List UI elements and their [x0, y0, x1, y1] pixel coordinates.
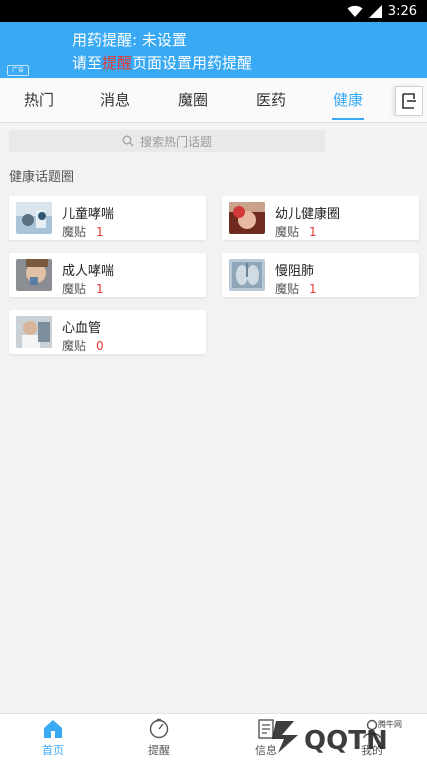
watermark-sub: 腾牛网: [378, 719, 402, 729]
topic-post-count: 魔贴 1: [62, 282, 104, 296]
topic-post-count: 魔贴 0: [62, 339, 104, 353]
topic-thumbnail: [16, 202, 52, 234]
topic-card-infant-health[interactable]: 幼儿健康圈 魔贴 1: [222, 196, 419, 240]
topic-thumbnail: [16, 259, 52, 291]
topic-card-adult-asthma[interactable]: 成人哮喘 魔贴 1: [9, 253, 206, 297]
tab-health[interactable]: 健康: [320, 78, 376, 122]
wifi-icon: [347, 5, 363, 17]
banner-line2-prefix: 请至: [72, 54, 103, 72]
tab-hot[interactable]: 热门: [11, 78, 67, 122]
ad-badge: 广告: [7, 65, 29, 76]
topic-name: 慢阻肺: [275, 264, 315, 279]
topic-thumbnail: [229, 202, 265, 234]
qqtn-watermark-logo: QQTN 腾牛网: [272, 719, 402, 756]
watermark-text: QQTN: [304, 726, 388, 756]
topic-name: 幼儿健康圈: [275, 207, 341, 222]
medication-reminder-banner[interactable]: 用药提醒: 未设置 请至提醒页面设置用药提醒 广告: [0, 22, 427, 78]
status-bar: 3:26: [0, 0, 427, 22]
topic-card-cardiovascular[interactable]: 心血管 魔贴 0: [9, 310, 206, 354]
topic-card-copd[interactable]: 慢阻肺 魔贴 1: [222, 253, 419, 297]
topic-card-children-asthma[interactable]: 儿童哮喘 魔贴 1: [9, 196, 206, 240]
topic-thumbnail: [16, 316, 52, 348]
topic-post-count: 魔贴 1: [275, 282, 317, 296]
banner-highlight: 提醒: [102, 54, 133, 72]
clock-time: 3:26: [387, 3, 417, 19]
tab-expand-button[interactable]: [395, 86, 423, 116]
tab-medicine[interactable]: 医药: [243, 78, 299, 122]
banner-line2-suffix: 页面设置用药提醒: [132, 54, 253, 72]
topic-post-count: 魔贴 1: [275, 225, 317, 239]
topic-thumbnail: [229, 259, 265, 291]
search-bar[interactable]: 搜索热门话题: [9, 130, 325, 152]
search-icon: [122, 135, 134, 147]
nav-home-label: 首页: [42, 744, 64, 757]
topic-post-count: 魔贴 1: [62, 225, 104, 239]
nav-reminder-label: 提醒: [148, 744, 170, 757]
expand-tabs-icon: [402, 93, 416, 109]
signal-icon: [368, 4, 382, 18]
search-placeholder: 搜索热门话题: [139, 134, 212, 149]
tab-messages[interactable]: 消息: [87, 78, 143, 122]
tab-bar: 热门 消息 魔圈 医药 健康: [0, 78, 427, 123]
topic-name: 心血管: [62, 321, 102, 336]
tab-circles[interactable]: 魔圈: [165, 78, 221, 122]
clock-icon: [149, 718, 169, 739]
section-title: 健康话题圈: [9, 170, 75, 185]
nav-home[interactable]: 首页: [13, 718, 93, 758]
topic-name: 成人哮喘: [62, 264, 115, 279]
topic-name: 儿童哮喘: [62, 207, 115, 222]
home-icon: [44, 720, 62, 738]
banner-line2: 请至提醒页面设置用药提醒: [72, 53, 252, 73]
nav-reminder[interactable]: 提醒: [119, 718, 199, 758]
banner-line1: 用药提醒: 未设置: [72, 31, 187, 49]
